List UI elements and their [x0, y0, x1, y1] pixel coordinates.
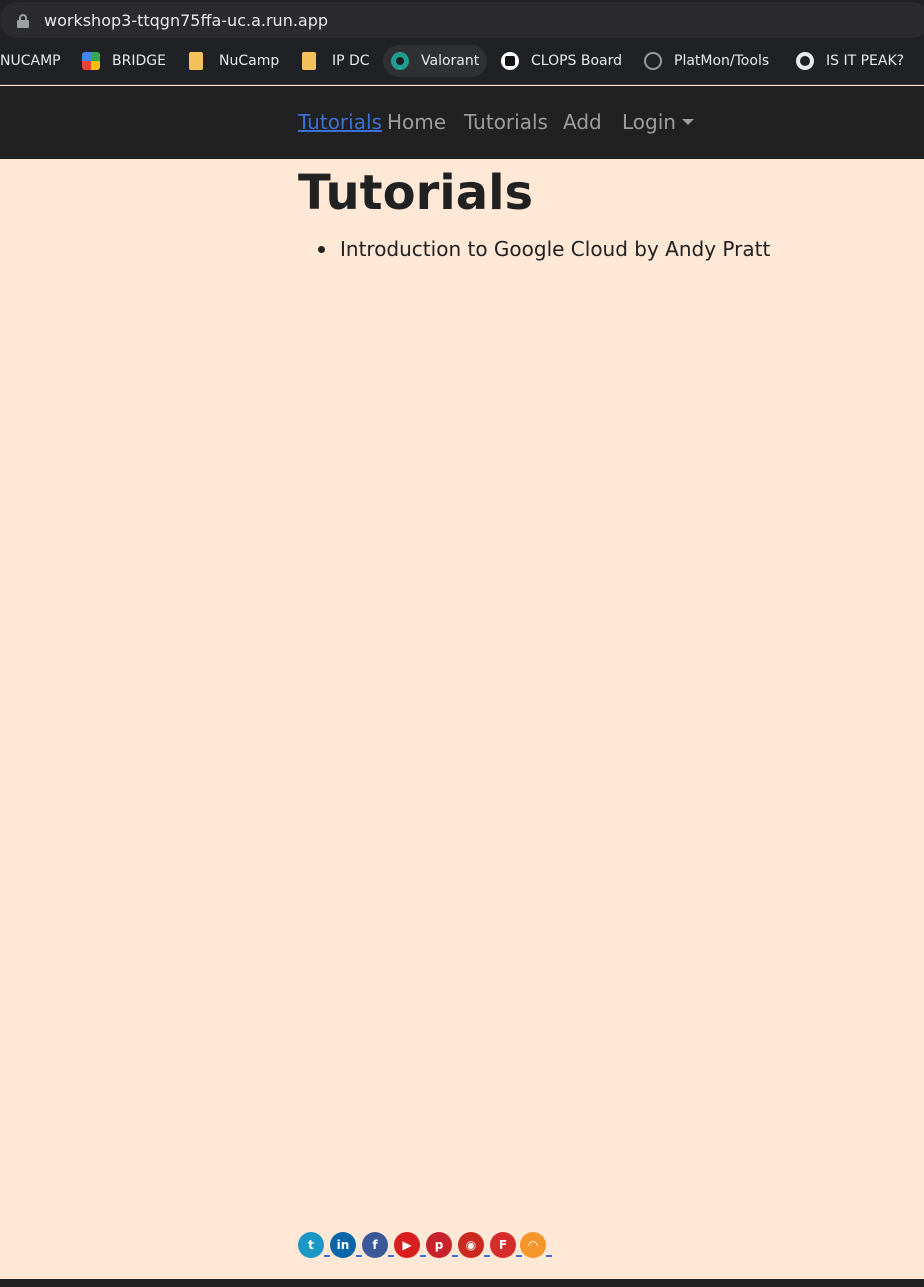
link-underline	[484, 1255, 490, 1257]
bookmark-label: Valorant	[421, 53, 480, 69]
bookmark-label: IS IT PEAK?	[826, 53, 905, 69]
bookmark-bridge[interactable]: BRIDGE	[82, 40, 166, 82]
link-underline	[452, 1255, 458, 1257]
nav-link-login-label: Login	[622, 110, 676, 134]
navbar-brand[interactable]: Tutorials	[298, 110, 382, 134]
bookmark-label: NUCAMP	[0, 53, 61, 69]
browser-url-bar: workshop3-ttqgn75ffa-uc.a.run.app	[0, 0, 924, 40]
bookmark-label: NuCamp	[219, 53, 280, 69]
url-text[interactable]: workshop3-ttqgn75ffa-uc.a.run.app	[44, 11, 328, 30]
pinterest-icon[interactable]: p	[426, 1232, 452, 1258]
bookmark-nucamp-folder[interactable]: NuCamp	[189, 40, 279, 82]
lock-icon[interactable]	[17, 14, 29, 28]
github-icon	[796, 52, 814, 70]
address-field[interactable]: workshop3-ttqgn75ffa-uc.a.run.app	[0, 2, 924, 38]
bookmarks-bar: NUCAMP BRIDGE NuCamp IP DC Valorant CLOP…	[0, 40, 924, 85]
twitter-icon[interactable]: t	[298, 1232, 324, 1258]
platmon-icon	[644, 52, 662, 70]
flipboard-icon[interactable]: F	[490, 1232, 516, 1258]
folder-icon	[189, 52, 203, 70]
link-underline	[356, 1255, 362, 1257]
bookmark-clops-board[interactable]: CLOPS Board	[501, 40, 622, 82]
facebook-icon[interactable]: f	[362, 1232, 388, 1258]
reddit-icon[interactable]: ◉	[458, 1232, 484, 1258]
google-meet-icon	[82, 52, 100, 70]
bookmark-platmon-tools[interactable]: PlatMon/Tools	[644, 40, 769, 82]
youtube-icon[interactable]: ▶	[394, 1232, 420, 1258]
link-underline	[516, 1255, 522, 1257]
link-underline	[388, 1255, 394, 1257]
bookmark-label: BRIDGE	[112, 53, 166, 69]
linkedin-icon[interactable]: in	[330, 1232, 356, 1258]
link-underline	[420, 1255, 426, 1257]
bookmark-label: CLOPS Board	[531, 53, 623, 69]
bookmark-valorant[interactable]: Valorant	[383, 45, 488, 77]
bookmark-label: IP DC	[332, 53, 370, 69]
site-navbar: Tutorials Home Tutorials Add Login	[0, 86, 924, 159]
nav-dropdown-login[interactable]: Login	[622, 110, 694, 134]
tutorial-item[interactable]: Introduction to Google Cloud by Andy Pra…	[318, 236, 770, 262]
nav-link-home[interactable]: Home	[387, 110, 446, 134]
bookmark-is-it-peak[interactable]: IS IT PEAK?	[796, 40, 904, 82]
tutorial-list: Introduction to Google Cloud by Andy Pra…	[318, 236, 770, 262]
page-title: Tutorials	[298, 165, 534, 221]
bookmark-label: PlatMon/Tools	[674, 53, 770, 69]
nav-link-tutorials[interactable]: Tutorials	[464, 110, 548, 134]
caret-down-icon	[681, 119, 694, 125]
bookmark-ip-dc[interactable]: IP DC	[302, 40, 370, 82]
link-underline	[546, 1255, 552, 1257]
nav-link-add[interactable]: Add	[563, 110, 602, 134]
folder-icon	[302, 52, 316, 70]
clops-icon	[501, 52, 519, 70]
bookmark-nucamp[interactable]: NUCAMP	[0, 40, 61, 82]
valorant-icon	[391, 52, 409, 70]
link-underline	[324, 1255, 330, 1257]
rss-icon[interactable]: ◠	[520, 1232, 546, 1258]
footer-bar	[0, 1279, 924, 1287]
